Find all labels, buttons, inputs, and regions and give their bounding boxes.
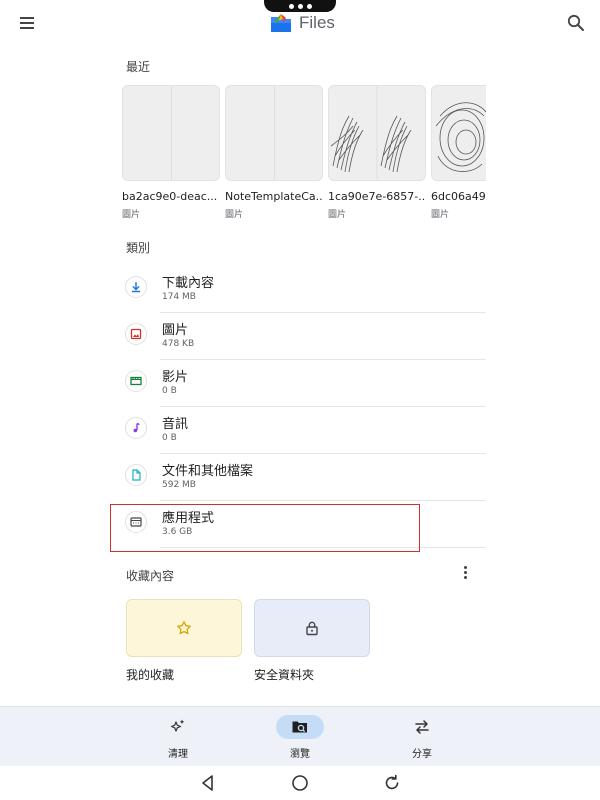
category-size: 3.6 GB [162, 527, 193, 537]
category-videos[interactable]: 影片 0 B [122, 360, 486, 407]
category-label: 影片 [162, 370, 189, 385]
safe-folder-label: 安全資料夾 [254, 668, 315, 682]
category-size: 0 B [162, 386, 177, 396]
recent-item-name: NoteTemplateCa... [225, 190, 323, 203]
thumbnail-image [431, 85, 486, 181]
files-logo-icon [271, 14, 291, 32]
document-icon [125, 464, 147, 486]
search-icon[interactable] [566, 13, 586, 33]
home-icon[interactable] [290, 773, 310, 793]
category-label: 音訊 [162, 417, 189, 432]
divider [160, 547, 486, 548]
favorites-label: 我的收藏 [126, 668, 175, 682]
image-icon [125, 323, 147, 345]
recent-carousel: ba2ac9e0-deac... 圖片 NoteTemplateCa... 圖片… [122, 85, 486, 225]
bottom-navigation: 清理 瀏覽 分享 [0, 706, 600, 766]
category-downloads[interactable]: 下載內容 174 MB [122, 266, 486, 313]
star-icon [177, 621, 191, 635]
video-icon [125, 370, 147, 392]
more-options-icon[interactable] [458, 563, 472, 581]
category-label: 圖片 [162, 323, 189, 338]
sketch-drawing [435, 102, 486, 172]
top-app-bar: Files [0, 0, 600, 46]
safe-folder-card[interactable] [254, 599, 370, 657]
nav-label: 瀏覽 [290, 749, 310, 760]
recents-rotate-icon[interactable] [382, 773, 402, 793]
section-title-categories: 類別 [126, 241, 151, 255]
category-size: 0 B [162, 433, 177, 443]
recent-item-type: 圖片 [328, 210, 347, 220]
section-title-recent: 最近 [126, 60, 151, 74]
recent-item-name: ba2ac9e0-deac... [122, 190, 218, 203]
category-audio[interactable]: 音訊 0 B [122, 407, 486, 454]
favorites-card[interactable] [126, 599, 242, 657]
category-label: 應用程式 [162, 511, 215, 526]
nav-clean[interactable]: 清理 [138, 707, 218, 767]
thumbnail-image [225, 85, 323, 181]
recent-item-type: 圖片 [431, 210, 450, 220]
recent-item[interactable]: NoteTemplateCa... 圖片 [225, 85, 323, 220]
recent-item-type: 圖片 [122, 210, 141, 220]
apps-icon [125, 511, 147, 533]
lock-icon [306, 621, 318, 636]
nav-label: 分享 [412, 749, 432, 760]
category-size: 174 MB [162, 292, 196, 302]
sparkle-icon [170, 719, 185, 732]
app-title: Files [299, 13, 335, 32]
category-apps[interactable]: 應用程式 3.6 GB [122, 501, 486, 548]
recent-item-name: 6dc06a49- [431, 190, 486, 203]
category-label: 文件和其他檔案 [162, 464, 254, 479]
thumbnail-image [122, 85, 220, 181]
recent-item[interactable]: 1ca90e7e-6857-... 圖片 [328, 85, 426, 220]
nav-browse[interactable]: 瀏覽 [260, 707, 340, 767]
nav-label: 清理 [168, 749, 188, 760]
recent-item[interactable]: ba2ac9e0-deac... 圖片 [122, 85, 220, 220]
recent-item-name: 1ca90e7e-6857-... [328, 190, 426, 203]
back-icon[interactable] [198, 773, 218, 793]
swap-arrows-icon [415, 720, 429, 734]
download-icon [125, 276, 147, 298]
category-size: 478 KB [162, 339, 195, 349]
menu-icon[interactable] [17, 14, 37, 32]
nav-share[interactable]: 分享 [382, 707, 462, 767]
browse-folder-icon [292, 721, 307, 733]
category-documents[interactable]: 文件和其他檔案 592 MB [122, 454, 486, 501]
sketch-drawing [330, 86, 412, 180]
recent-item-type: 圖片 [225, 210, 244, 220]
system-navigation-bar [0, 766, 600, 800]
recent-item[interactable]: 6dc06a49- 圖片 [431, 85, 486, 220]
section-title-collections: 收藏內容 [126, 569, 175, 583]
music-icon [125, 417, 147, 439]
thumbnail-image [328, 85, 426, 181]
category-images[interactable]: 圖片 478 KB [122, 313, 486, 360]
category-label: 下載內容 [162, 276, 215, 291]
category-size: 592 MB [162, 480, 196, 490]
